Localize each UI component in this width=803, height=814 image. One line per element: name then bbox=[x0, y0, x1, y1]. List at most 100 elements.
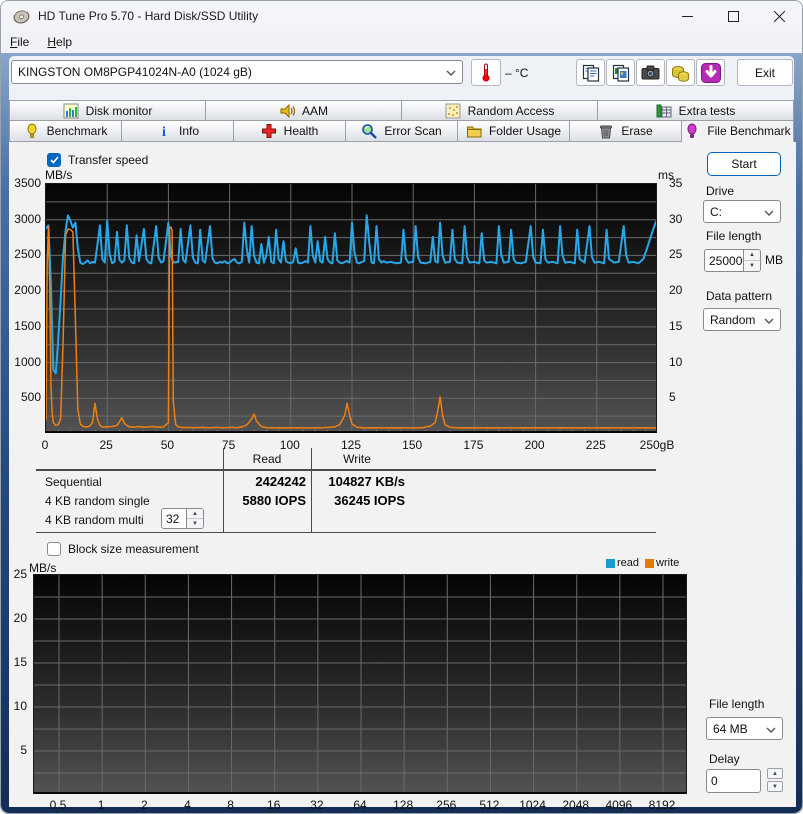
axis-tick-label: 1000 bbox=[14, 354, 41, 369]
spin-up-icon[interactable]: ▲ bbox=[187, 509, 203, 519]
close-button[interactable] bbox=[756, 1, 802, 31]
checkbox-checked-icon bbox=[47, 153, 61, 167]
copy-image-icon bbox=[612, 64, 629, 82]
copy-image-button[interactable] bbox=[606, 59, 635, 86]
device-select[interactable]: KINGSTON OM8PGP41024N-A0 (1024 gB) bbox=[11, 60, 463, 84]
block-file-length-select[interactable]: 64 MB bbox=[706, 717, 783, 740]
axis-tick-label: 25 bbox=[669, 247, 683, 262]
axis-tick-label: 1 bbox=[97, 798, 105, 812]
main-chart-x-axis: 0 25 50 75 100 125 150 175 200 225 250gB bbox=[42, 438, 675, 452]
read-legend-swatch bbox=[606, 558, 615, 568]
error-scan-icon bbox=[361, 123, 378, 139]
block-chart-left-axis: 25 20 15 10 5 bbox=[9, 567, 29, 794]
block-chart-yunit: MB/s bbox=[29, 561, 57, 575]
queue-depth-spin-buttons[interactable]: ▲ ▼ bbox=[187, 508, 204, 529]
axis-tick-label: 150 bbox=[402, 438, 423, 452]
exit-button[interactable]: Exit bbox=[737, 59, 793, 86]
axis-tick-label: 225 bbox=[585, 438, 606, 452]
tab-label: Health bbox=[283, 124, 319, 138]
tab-random-access[interactable]: Random Access bbox=[402, 100, 598, 121]
table-rule bbox=[36, 532, 656, 533]
benchmark-icon bbox=[24, 123, 40, 139]
axis-tick-label: 25 bbox=[99, 438, 113, 452]
axis-tick-label: 2048 bbox=[562, 798, 590, 812]
tab-health[interactable]: Health bbox=[234, 120, 346, 142]
spin-up-icon[interactable]: ▲ bbox=[767, 768, 783, 779]
axis-tick-label: 100 bbox=[279, 438, 300, 452]
menu-item-help[interactable]: Help bbox=[47, 35, 72, 49]
results-header-read: Read bbox=[252, 452, 282, 466]
temperature-button[interactable] bbox=[471, 59, 501, 86]
tab-label: AAM bbox=[301, 103, 328, 118]
transfer-speed-chart bbox=[45, 183, 657, 433]
axis-tick-label: 20 bbox=[13, 611, 27, 625]
tab-disk-monitor[interactable]: Disk monitor bbox=[9, 100, 206, 121]
drive-select[interactable]: C: bbox=[703, 200, 781, 223]
axis-tick-label: 5 bbox=[20, 743, 27, 757]
tab-error-scan[interactable]: Error Scan bbox=[346, 120, 458, 142]
copy-text-button[interactable] bbox=[576, 59, 605, 86]
delay-input[interactable]: 0 bbox=[706, 769, 761, 793]
block-chart-x-axis: 0.5 1 2 4 8 16 32 64 128 256 512 1024 2048 4096 8192 bbox=[33, 798, 687, 812]
results-header-write: Write bbox=[343, 452, 371, 466]
spin-down-icon[interactable]: ▼ bbox=[744, 261, 760, 271]
write-legend-label: write bbox=[656, 557, 680, 569]
delay-spin-buttons[interactable]: ▲ ▼ bbox=[767, 768, 783, 792]
axis-tick-label: 3500 bbox=[14, 176, 41, 190]
tab-label: Benchmark bbox=[46, 124, 108, 138]
tab-file-benchmark[interactable]: File Benchmark bbox=[682, 120, 794, 142]
minimize-button[interactable] bbox=[664, 1, 710, 31]
axis-tick-label: 50 bbox=[160, 438, 175, 452]
tab-aam[interactable]: AAM bbox=[206, 100, 402, 121]
axis-tick-label: 175 bbox=[463, 438, 484, 452]
tab-extra-tests[interactable]: Extra tests bbox=[598, 100, 794, 121]
axis-tick-label: 1024 bbox=[519, 798, 546, 812]
menu-item-file[interactable]: File bbox=[10, 35, 29, 49]
save-button[interactable] bbox=[666, 59, 695, 86]
main-chart-yunit-left: MB/s bbox=[45, 168, 73, 182]
tab-folder-usage[interactable]: Folder Usage bbox=[458, 120, 570, 142]
download-button[interactable] bbox=[696, 59, 725, 86]
axis-tick-label: 512 bbox=[479, 798, 500, 812]
block-file-length-value: 64 MB bbox=[713, 721, 748, 736]
chevron-down-icon bbox=[764, 313, 774, 327]
temperature-display: – °C bbox=[505, 66, 529, 80]
file-length-value[interactable]: 250000 bbox=[704, 249, 744, 272]
axis-tick-label: 15 bbox=[669, 318, 683, 333]
chevron-down-icon bbox=[766, 722, 776, 736]
axis-tick-label: 0.5 bbox=[49, 798, 67, 812]
axis-tick-label: 16 bbox=[267, 798, 281, 812]
axis-tick-label: 4 bbox=[184, 798, 191, 812]
axis-tick-label: 35 bbox=[669, 176, 683, 190]
download-icon bbox=[700, 62, 721, 83]
checkbox-unchecked-icon bbox=[47, 542, 61, 556]
transfer-speed-checkbox[interactable]: Transfer speed bbox=[47, 153, 148, 167]
start-button[interactable]: Start bbox=[707, 152, 781, 176]
spin-down-icon[interactable]: ▼ bbox=[767, 781, 783, 792]
spin-down-icon[interactable]: ▼ bbox=[187, 519, 203, 528]
queue-depth-stepper[interactable]: 32 ▲ ▼ bbox=[161, 508, 204, 529]
tab-erase[interactable]: Erase bbox=[570, 120, 682, 142]
extra-tests-icon bbox=[656, 103, 672, 119]
queue-depth-value[interactable]: 32 bbox=[161, 508, 187, 529]
file-length-spin-buttons[interactable]: ▲ ▼ bbox=[744, 249, 761, 272]
result-row-label: 4 KB random single bbox=[45, 494, 150, 508]
axis-tick-label: 25 bbox=[13, 567, 27, 581]
disk-monitor-icon bbox=[63, 103, 79, 119]
menubar: File Help bbox=[1, 31, 802, 53]
axis-tick-label: 2500 bbox=[14, 247, 41, 262]
health-icon bbox=[261, 123, 277, 139]
screenshot-button[interactable] bbox=[636, 59, 665, 86]
tab-benchmark[interactable]: Benchmark bbox=[9, 120, 122, 142]
spin-up-icon[interactable]: ▲ bbox=[744, 250, 760, 261]
data-pattern-value: Random bbox=[710, 312, 756, 327]
file-length-stepper[interactable]: 250000 ▲▼ bbox=[704, 249, 761, 272]
tab-label: Erase bbox=[621, 124, 653, 138]
result-write-value: 36245 IOPS bbox=[334, 493, 405, 508]
maximize-button[interactable] bbox=[710, 1, 756, 31]
camera-icon bbox=[641, 65, 660, 80]
tab-info[interactable]: i Info bbox=[122, 120, 234, 142]
block-size-checkbox[interactable]: Block size measurement bbox=[47, 542, 199, 556]
data-pattern-select[interactable]: Random bbox=[703, 308, 781, 331]
data-pattern-label: Data pattern bbox=[706, 289, 773, 303]
